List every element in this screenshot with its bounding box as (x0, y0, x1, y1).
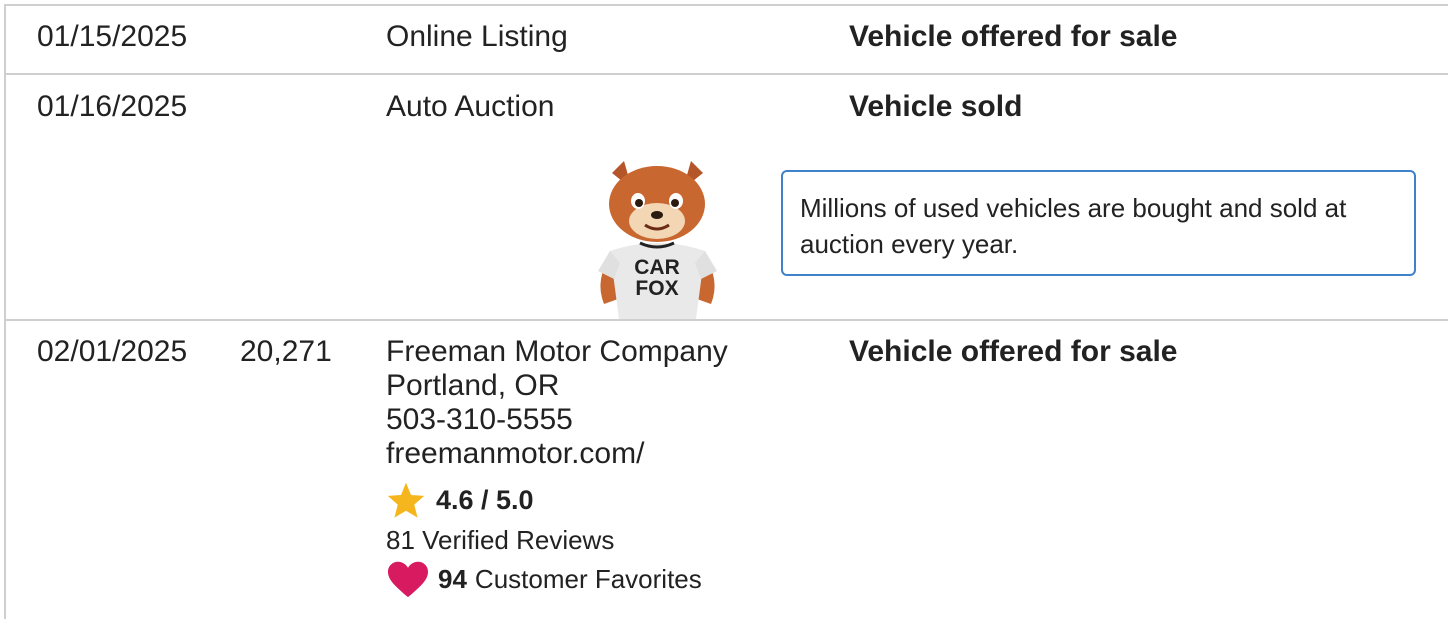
history-date: 02/01/2025 (37, 335, 188, 368)
heart-icon (388, 561, 428, 598)
history-date: 01/16/2025 (37, 90, 188, 123)
history-source: Online Listing (386, 20, 568, 53)
verified-reviews-link[interactable]: 81 Verified Reviews (386, 525, 614, 556)
mascot-shirt-text-2: FOX (635, 277, 678, 300)
history-row: 01/15/2025 Online Listing Vehicle offere… (4, 4, 1448, 75)
auction-callout: Millions of used vehicles are bought and… (781, 170, 1416, 276)
dealer-rating[interactable]: 4.6 / 5.0 (386, 481, 534, 519)
dealer-name[interactable]: Freeman Motor Company (386, 335, 728, 369)
history-date: 01/15/2025 (37, 20, 188, 53)
dealer-location: Portland, OR (386, 369, 560, 402)
history-source: Auto Auction (386, 90, 555, 123)
history-comment: Vehicle offered for sale (849, 335, 1178, 368)
customer-favorites: 94 Customer Favorites (386, 559, 702, 599)
history-comment: Vehicle sold (849, 90, 1023, 123)
history-row: 02/01/2025 20,271 Freeman Motor Company … (4, 319, 1448, 619)
dealer-website[interactable]: freemanmotor.com/ (386, 437, 728, 471)
dealer-info: Freeman Motor Company Portland, OR 503-3… (386, 335, 728, 471)
mascot-shirt-text-1: CAR (634, 256, 680, 279)
rating-score: 4.6 / 5.0 (436, 484, 534, 515)
history-odometer: 20,271 (240, 335, 332, 368)
star-icon (387, 482, 425, 518)
carfox-mascot-image: CAR FOX (598, 161, 717, 319)
history-comment: Vehicle offered for sale (849, 20, 1178, 53)
history-row: 01/16/2025 Auto Auction Vehicle sold CAR… (4, 73, 1448, 321)
favorites-count: 94 (438, 563, 467, 594)
dealer-phone[interactable]: 503-310-5555 (386, 403, 728, 437)
favorites-label: Customer Favorites (474, 563, 702, 594)
